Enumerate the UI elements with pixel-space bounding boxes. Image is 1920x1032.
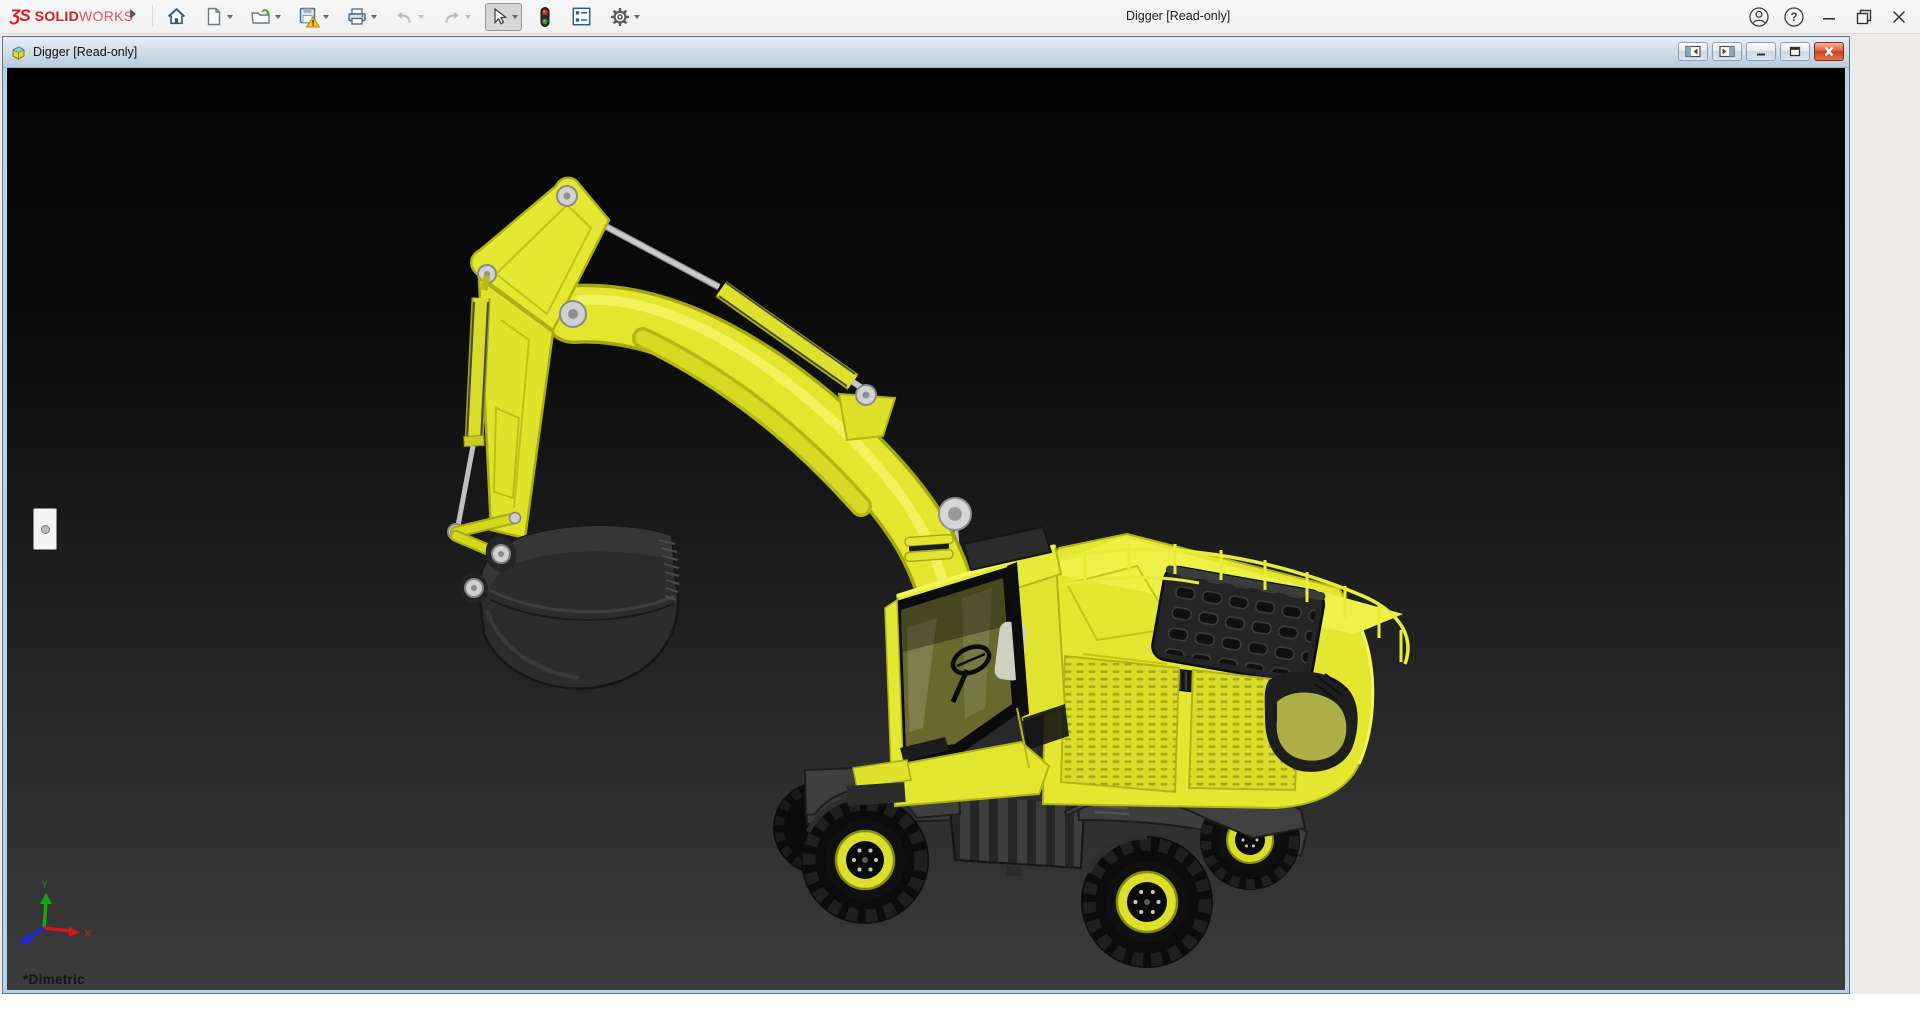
cab-handle: [905, 534, 954, 561]
quick-access-toolbar: [163, 2, 645, 31]
save-button[interactable]: [295, 4, 332, 30]
properties-button[interactable]: [568, 4, 595, 30]
gear-icon: [609, 6, 631, 28]
pane-right-icon: [1718, 45, 1736, 58]
app-title: Digger [Read-only]: [1126, 9, 1230, 23]
graphics-area[interactable]: Y X *Dimetric: [7, 68, 1845, 990]
boom-elbow-pin: [939, 498, 971, 530]
save-icon: [298, 6, 320, 28]
triad-x-label: X: [84, 928, 92, 940]
undo-icon: [394, 7, 415, 27]
excavator-model[interactable]: [448, 178, 1408, 968]
new-document-button[interactable]: [201, 4, 236, 30]
select-button[interactable]: [485, 3, 522, 31]
minimize-icon: [1818, 6, 1840, 28]
open-button[interactable]: [247, 4, 284, 30]
options-dropdown[interactable]: [634, 15, 640, 19]
solidworks-logo: ƷS SOLID WORKS: [10, 6, 133, 26]
user-account-button[interactable]: [1748, 6, 1770, 28]
properties-list-icon: [571, 6, 592, 27]
save-dropdown[interactable]: [323, 15, 329, 19]
bucket[interactable]: [456, 526, 679, 689]
feature-pane-collapsed-tab[interactable]: [33, 508, 57, 550]
home-button[interactable]: [163, 4, 190, 30]
bucket-cylinder[interactable]: [448, 276, 488, 540]
open-folder-icon: [250, 6, 272, 27]
rear-window[interactable]: [1265, 671, 1358, 771]
rebuild-button[interactable]: [533, 4, 557, 30]
status-bar-area: [0, 994, 1920, 1032]
wheel-front-left[interactable]: [801, 796, 929, 924]
help-button[interactable]: ?: [1783, 6, 1805, 28]
redo-icon: [441, 7, 462, 27]
part-document-icon: [10, 44, 27, 61]
doc-restore-button[interactable]: [1780, 42, 1810, 61]
document-title: Digger [Read-only]: [33, 45, 137, 59]
home-icon: [166, 6, 187, 27]
traffic-light-icon: [536, 6, 554, 28]
logo-mark: ƷS: [10, 6, 30, 26]
select-arrow-icon: [489, 6, 509, 27]
upper-body[interactable]: [1043, 534, 1408, 808]
print-button[interactable]: [343, 4, 380, 30]
doc-minimize-icon: [1752, 45, 1770, 58]
redo-dropdown[interactable]: [465, 15, 471, 19]
undo-button[interactable]: [391, 4, 427, 30]
menu-expander-icon[interactable]: [130, 9, 136, 19]
user-account-icon: [1748, 6, 1770, 28]
view-orientation-label: *Dimetric: [23, 972, 85, 987]
logo-works: WORKS: [79, 8, 133, 24]
restore-icon: [1853, 6, 1875, 28]
restore-button[interactable]: [1853, 6, 1875, 28]
doc-minimize-button[interactable]: [1746, 42, 1776, 61]
close-button[interactable]: [1888, 6, 1910, 28]
pane-right-button[interactable]: [1712, 42, 1742, 61]
undo-dropdown[interactable]: [418, 15, 424, 19]
document-titlebar[interactable]: Digger [Read-only]: [3, 37, 1849, 68]
pane-left-icon: [1684, 45, 1702, 58]
options-button[interactable]: [606, 4, 643, 30]
dipper-arm[interactable]: [479, 278, 586, 538]
open-dropdown[interactable]: [275, 15, 281, 19]
system-icons: ?: [1735, 0, 1910, 33]
close-icon: [1888, 6, 1910, 28]
new-document-icon: [204, 6, 224, 27]
orientation-triad[interactable]: Y X: [19, 879, 92, 944]
new-document-dropdown[interactable]: [227, 15, 233, 19]
triad-y-label: Y: [41, 879, 49, 891]
doc-close-button[interactable]: [1814, 42, 1844, 61]
pane-tab-grip-icon: [41, 525, 50, 534]
document-window: Digger [Read-only]: [2, 36, 1850, 994]
wheel-front-right[interactable]: [1081, 836, 1213, 968]
redo-button[interactable]: [438, 4, 474, 30]
main-titlebar: ƷS SOLID WORKS: [0, 0, 1920, 34]
minimize-button[interactable]: [1818, 6, 1840, 28]
3d-scene[interactable]: Y X *Dimetric: [7, 68, 1845, 990]
help-icon: ?: [1783, 6, 1805, 28]
pane-left-button[interactable]: [1678, 42, 1708, 61]
print-icon: [346, 6, 368, 27]
toolbar-divider: [152, 5, 153, 27]
doc-restore-icon: [1786, 45, 1804, 58]
doc-close-icon: [1820, 45, 1838, 58]
document-window-controls: [1674, 42, 1844, 61]
logo-solid: SOLID: [35, 8, 79, 24]
print-dropdown[interactable]: [371, 15, 377, 19]
help-glyph: ?: [1790, 12, 1797, 24]
select-dropdown[interactable]: [512, 15, 518, 19]
